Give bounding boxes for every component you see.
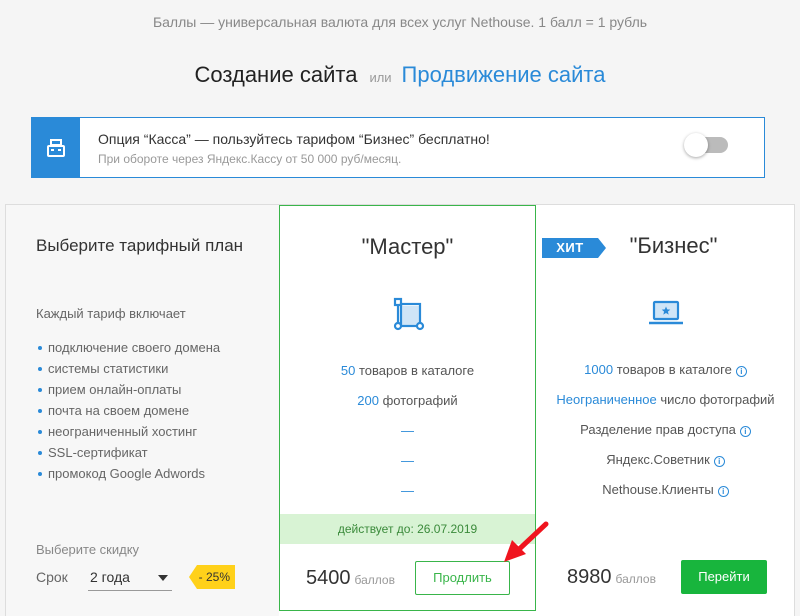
- cash-register-icon: [32, 118, 80, 177]
- tools-icon: [393, 297, 424, 331]
- info-icon[interactable]: i: [739, 426, 751, 437]
- price-unit: баллов: [615, 572, 656, 586]
- price-amount: 8980: [567, 566, 612, 588]
- business-photos: Неограниченное число фотографий: [556, 392, 775, 407]
- kassa-subtitle: При обороте через Яндекс.Кассу от 50 000…: [98, 152, 402, 166]
- toggle-knob: [684, 133, 708, 157]
- info-icon[interactable]: i: [735, 366, 747, 377]
- product-switcher: Создание сайта или Продвижение сайта: [0, 62, 800, 88]
- list-item: SSL-сертификат: [36, 445, 220, 466]
- term-select[interactable]: 2 года: [88, 563, 172, 591]
- price-amount: 5400: [306, 567, 351, 589]
- list-item: прием онлайн-оплаты: [36, 382, 220, 403]
- business-rights: Разделение прав доступа i: [536, 422, 795, 437]
- go-button[interactable]: Перейти: [681, 560, 767, 594]
- info-icon[interactable]: i: [717, 486, 729, 497]
- list-item: системы статистики: [36, 361, 220, 382]
- plan-business-column: ХИТ "Бизнес" 1000 товаров в каталоге i Не…: [536, 205, 795, 616]
- list-item: промокод Google Adwords: [36, 466, 220, 487]
- master-dash-1: —: [401, 423, 414, 438]
- business-goods: 1000 товаров в каталоге i: [536, 362, 795, 377]
- business-clients: Nethouse.Клиенты i: [536, 482, 795, 497]
- info-icon[interactable]: i: [713, 456, 725, 467]
- kassa-title: Опция “Касса” — пользуйтесь тарифом “Биз…: [98, 131, 490, 147]
- laptop-star-icon: [648, 300, 683, 325]
- kassa-toggle[interactable]: [684, 133, 728, 157]
- caret-down-icon: [158, 575, 168, 581]
- business-price: 8980 баллов: [567, 566, 656, 589]
- choose-plan-heading: Выберите тарифный план: [36, 236, 244, 255]
- points-note: Баллы — универсальная валюта для всех ус…: [152, 14, 648, 30]
- plan-business-title: "Бизнес": [629, 233, 718, 258]
- master-photos: 200 фотографий: [357, 393, 458, 408]
- tariff-panel: Выберите тарифный план Каждый тариф вклю…: [5, 204, 795, 616]
- kassa-option-banner: Опция “Касса” — пользуйтесь тарифом “Биз…: [31, 117, 765, 178]
- red-arrow-icon: [504, 521, 549, 562]
- master-dash-2: —: [401, 453, 414, 468]
- plan-info-column: Выберите тарифный план Каждый тариф вклю…: [6, 205, 279, 616]
- or-label: или: [369, 70, 392, 85]
- price-unit: баллов: [354, 573, 395, 587]
- business-advisor: Яндекс.Советник i: [536, 452, 795, 467]
- discount-label: Выберите скидку: [36, 542, 140, 557]
- master-price: 5400 баллов: [306, 567, 395, 590]
- list-item: подключение своего домена: [36, 340, 220, 361]
- renew-button[interactable]: Продлить: [415, 561, 510, 595]
- discount-badge: - 25%: [189, 565, 235, 589]
- list-item: почта на своем домене: [36, 403, 220, 424]
- list-item: неограниченный хостинг: [36, 424, 220, 445]
- plan-master-title: "Мастер": [361, 234, 454, 259]
- includes-label: Каждый тариф включает: [36, 306, 186, 321]
- term-label: Срок: [36, 569, 68, 585]
- valid-until-band: действует до: 26.07.2019: [280, 514, 535, 544]
- tab-site-creation: Создание сайта: [194, 62, 358, 87]
- term-select-value: 2 года: [90, 569, 130, 585]
- master-dash-3: —: [401, 483, 414, 498]
- tab-site-promotion[interactable]: Продвижение сайта: [402, 62, 606, 87]
- master-goods: 50 товаров в каталоге: [340, 363, 475, 378]
- included-features-list: подключение своего домена системы статис…: [36, 340, 220, 487]
